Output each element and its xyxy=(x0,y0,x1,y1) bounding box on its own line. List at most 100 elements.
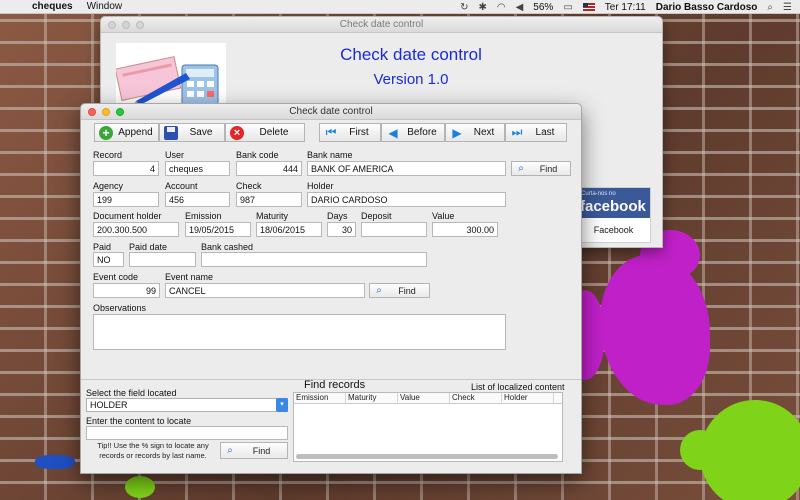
check-pen-calculator-illustration xyxy=(116,43,226,109)
minimize-icon[interactable] xyxy=(102,108,110,116)
facebook-link[interactable]: Curta-nos no facebook Facebook xyxy=(576,187,651,243)
volume-icon[interactable]: ◀ xyxy=(516,2,524,13)
event-code-field[interactable]: 99 xyxy=(93,283,160,298)
localized-list-title: List of localized content xyxy=(471,382,565,392)
bank-cashed-label: Bank cashed xyxy=(201,242,254,252)
zoom-icon[interactable] xyxy=(136,21,144,29)
column-header-check[interactable]: Check xyxy=(450,393,502,403)
paint-splat xyxy=(600,255,710,405)
time-machine-icon[interactable]: ↻ xyxy=(460,2,468,13)
bank-code-field[interactable]: 444 xyxy=(236,161,302,176)
results-grid-header: Emission Maturity Value Check Holder xyxy=(294,393,562,404)
zoom-icon[interactable] xyxy=(116,108,124,116)
days-field[interactable]: 30 xyxy=(327,222,356,237)
about-heading: Check date control xyxy=(340,45,482,64)
check-label: Check xyxy=(236,181,262,191)
column-header-holder[interactable]: Holder xyxy=(502,393,554,403)
status-area: ↻ ✱ ◠ ◀ 56% ▭ Ter 17:11 Dario Basso Card… xyxy=(460,0,792,14)
observations-textarea[interactable] xyxy=(93,314,506,350)
content-label: Enter the content to locate xyxy=(86,416,192,426)
document-holder-label: Document holder xyxy=(93,211,162,221)
record-field[interactable]: 4 xyxy=(93,161,159,176)
before-button[interactable]: ◀ Before xyxy=(381,123,445,142)
facebook-banner-word: facebook xyxy=(580,198,646,215)
bank-code-label: Bank code xyxy=(236,150,279,160)
check-field[interactable]: 987 xyxy=(236,192,302,207)
deposit-label: Deposit xyxy=(361,211,392,221)
column-header-value[interactable]: Value xyxy=(398,393,450,403)
first-record-icon: ⏮ xyxy=(325,125,337,139)
menu-app-name[interactable]: cheques xyxy=(32,1,73,12)
find-records-title: Find records xyxy=(304,379,366,391)
window-controls xyxy=(88,108,124,116)
append-button[interactable]: + Append xyxy=(94,123,159,142)
window-controls xyxy=(108,21,144,29)
menu-user[interactable]: Dario Basso Cardoso xyxy=(656,2,758,13)
save-button[interactable]: Save xyxy=(159,123,225,142)
main-window-titlebar[interactable]: Check date control xyxy=(81,104,581,120)
wifi-icon[interactable]: ◠ xyxy=(497,2,506,13)
chevron-down-icon: ▾ xyxy=(276,398,288,412)
paid-label: Paid xyxy=(93,242,112,252)
paid-date-label: Paid date xyxy=(129,242,168,252)
first-button[interactable]: ⏮ First xyxy=(319,123,381,142)
horizontal-scrollbar[interactable] xyxy=(296,454,558,459)
minimize-icon[interactable] xyxy=(122,21,130,29)
user-label: User xyxy=(165,150,185,160)
maturity-field[interactable]: 18/06/2015 xyxy=(256,222,322,237)
bank-cashed-field[interactable] xyxy=(201,252,427,267)
last-button[interactable]: ⏭ Last xyxy=(505,123,567,142)
value-field[interactable]: 300.00 xyxy=(432,222,498,237)
input-source-flag-icon[interactable] xyxy=(582,3,595,11)
agency-label: Agency xyxy=(93,181,124,191)
previous-record-icon: ◀ xyxy=(388,125,398,140)
column-header-maturity[interactable]: Maturity xyxy=(346,393,398,403)
next-button[interactable]: ▶ Next xyxy=(445,123,505,142)
close-icon[interactable] xyxy=(88,108,96,116)
spotlight-search-icon[interactable]: ⌕ xyxy=(767,2,773,13)
search-field-select[interactable]: HOLDER ▾ xyxy=(86,398,288,412)
search-tip: Tip!! Use the % sign to locate any recor… xyxy=(97,441,209,460)
emission-field[interactable]: 19/05/2015 xyxy=(185,222,251,237)
user-field[interactable]: cheques xyxy=(165,161,230,176)
search-find-button[interactable]: ⌕ Find xyxy=(220,442,288,459)
value-label: Value xyxy=(432,211,455,221)
magnifier-icon: ⌕ xyxy=(376,285,382,296)
magnifier-icon: ⌕ xyxy=(518,163,524,174)
notification-center-icon[interactable]: ☰ xyxy=(783,2,792,13)
account-field[interactable]: 456 xyxy=(165,192,230,207)
search-content-input[interactable] xyxy=(86,426,288,440)
bank-name-field[interactable]: BANK OF AMERICA xyxy=(307,161,506,176)
column-header-emission[interactable]: Emission xyxy=(294,393,346,403)
maturity-label: Maturity xyxy=(256,211,289,221)
delete-button[interactable]: × Delete xyxy=(225,123,305,142)
close-icon[interactable] xyxy=(108,21,116,29)
days-label: Days xyxy=(327,211,348,221)
battery-icon[interactable]: ▭ xyxy=(563,2,572,13)
account-label: Account xyxy=(165,181,198,191)
main-window-title: Check date control xyxy=(289,106,373,117)
event-find-button[interactable]: ⌕ Find xyxy=(369,283,430,298)
deposit-field[interactable] xyxy=(361,222,427,237)
about-window-titlebar[interactable]: Check date control xyxy=(101,17,662,33)
holder-field[interactable]: DARIO CARDOSO xyxy=(307,192,506,207)
record-label: Record xyxy=(93,150,123,160)
floppy-disk-icon xyxy=(164,125,178,140)
menu-window[interactable]: Window xyxy=(87,1,123,12)
event-name-field[interactable]: CANCEL xyxy=(165,283,365,298)
agency-field[interactable]: 199 xyxy=(93,192,159,207)
paid-field[interactable]: NO xyxy=(93,252,124,267)
holder-label: Holder xyxy=(307,181,334,191)
bluetooth-icon[interactable]: ✱ xyxy=(478,2,486,13)
paint-splat xyxy=(35,455,75,469)
menu-clock[interactable]: Ter 17:11 xyxy=(605,2,646,13)
facebook-label: Facebook xyxy=(593,225,634,235)
menu-bar: cheques Window ↻ ✱ ◠ ◀ 56% ▭ Ter 17:11 D… xyxy=(0,0,800,14)
search-field-value: HOLDER xyxy=(90,400,128,410)
results-grid[interactable]: Emission Maturity Value Check Holder xyxy=(293,392,563,462)
battery-percent[interactable]: 56% xyxy=(533,2,553,13)
bank-find-button[interactable]: ⌕ Find xyxy=(511,161,571,176)
document-holder-field[interactable]: 200.300.500 xyxy=(93,222,179,237)
paid-date-field[interactable] xyxy=(129,252,196,267)
facebook-banner-small: Curta-nos no xyxy=(581,191,616,197)
